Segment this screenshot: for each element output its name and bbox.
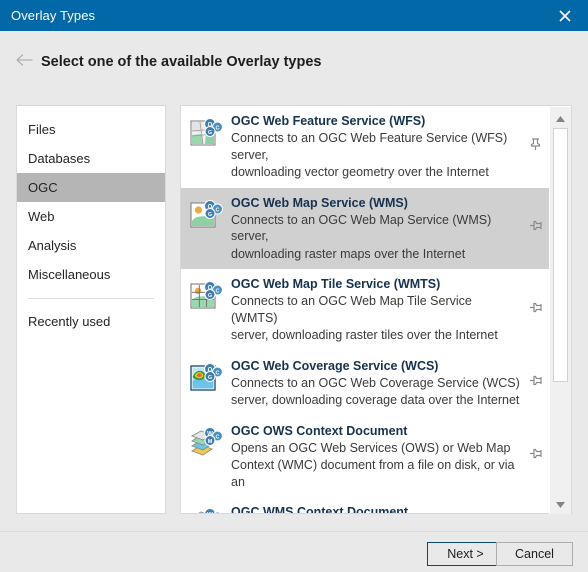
pin-button[interactable] xyxy=(527,375,543,391)
list-item-desc-line2: server, downloading coverage data over t… xyxy=(231,393,520,407)
window-title: Overlay Types xyxy=(11,8,96,23)
pin-horizontal-icon xyxy=(529,219,542,237)
layers-wmc-icon: W C M xyxy=(189,506,223,513)
pin-horizontal-icon xyxy=(529,374,542,392)
map-vector-ogc-icon: O C G xyxy=(189,115,223,149)
list-item-title: OGC Web Map Service (WMS) xyxy=(231,195,408,210)
list-item-desc-line2: server, downloading raster tiles over th… xyxy=(231,328,498,342)
map-tiles-ogc-icon: O C G xyxy=(189,278,223,312)
list-item-desc-line1: Connects to an OGC Web Feature Service (… xyxy=(231,131,508,162)
map-raster-ogc-icon: O C G xyxy=(189,197,223,231)
arrow-left-icon xyxy=(15,53,33,72)
sidebar-item-label: Recently used xyxy=(28,314,111,329)
cancel-button[interactable]: Cancel xyxy=(496,542,573,566)
list-item-text: OGC WMS Context Document Opens an OGC We… xyxy=(231,504,550,513)
svg-text:G: G xyxy=(208,293,212,299)
close-icon xyxy=(559,9,571,22)
list-item-title: OGC Web Feature Service (WFS) xyxy=(231,114,426,128)
list-item-text: OGC Web Feature Service (WFS) Connects t… xyxy=(231,113,550,181)
dialog-footer: Next > Cancel xyxy=(0,531,588,572)
sidebar-item-label: Files xyxy=(28,122,56,137)
svg-text:G: G xyxy=(208,374,212,380)
list-item-desc-line2: Context (WMC) document from a file on di… xyxy=(231,458,515,489)
list-item-title: OGC WMS Context Document xyxy=(231,505,409,513)
page-title: Select one of the available Overlay type… xyxy=(41,54,322,70)
wizard-header: Select one of the available Overlay type… xyxy=(0,31,588,93)
list-item-title: OGC Web Map Tile Service (WMTS) xyxy=(231,277,441,291)
list-item-wms-context[interactable]: W C M OGC WMS Context Document Opens an … xyxy=(181,497,550,513)
svg-text:C: C xyxy=(216,125,220,131)
svg-text:G: G xyxy=(208,130,212,136)
sidebar-item-label: Miscellaneous xyxy=(28,267,111,282)
list-item-text: OGC Web Coverage Service (WCS) Connects … xyxy=(231,358,550,409)
list-item-text: OGC Web Map Tile Service (WMTS) Connects… xyxy=(231,276,550,344)
sidebar-item-files[interactable]: Files xyxy=(17,115,165,144)
sidebar-item-recently-used[interactable]: Recently used xyxy=(17,307,165,336)
window-titlebar: Overlay Types xyxy=(0,0,588,31)
svg-text:W: W xyxy=(207,513,213,514)
layers-ows-icon: W C M xyxy=(189,425,223,459)
sidebar-item-label: Web xyxy=(28,209,55,224)
category-sidebar: Files Databases OGC Web Analysis Miscell… xyxy=(16,105,166,514)
list-item-wmts[interactable]: O C G OGC Web Map Tile Service (WMTS) Co… xyxy=(181,269,550,351)
scrollbar-track[interactable] xyxy=(550,128,571,493)
sidebar-item-label: Databases xyxy=(28,151,91,166)
list-item-wcs[interactable]: O C G OGC Web Coverage Service (WCS) Con… xyxy=(181,351,550,416)
pin-horizontal-icon xyxy=(529,301,542,319)
triangle-down-icon xyxy=(556,495,565,513)
triangle-up-icon xyxy=(556,109,565,127)
close-button[interactable] xyxy=(542,0,588,31)
svg-text:G: G xyxy=(208,211,212,217)
pin-button[interactable] xyxy=(527,448,543,464)
list-item-desc-line2: downloading raster maps over the Interne… xyxy=(231,246,466,261)
sidebar-item-web[interactable]: Web xyxy=(17,202,165,231)
sidebar-item-label: Analysis xyxy=(28,238,77,253)
list-item-text: OGC OWS Context Document Opens an OGC We… xyxy=(231,423,550,491)
coverage-ogc-icon: O C G xyxy=(189,360,223,394)
dialog-body: Files Databases OGC Web Analysis Miscell… xyxy=(0,93,588,531)
list-item-desc-line1: Connects to an OGC Web Coverage Service … xyxy=(231,375,520,390)
pin-horizontal-icon xyxy=(529,447,542,465)
list-item-desc-line2: downloading vector geometry over the Int… xyxy=(231,165,489,179)
svg-text:C: C xyxy=(216,207,220,213)
sidebar-item-label: OGC xyxy=(28,180,58,195)
scroll-down-button[interactable] xyxy=(550,493,571,514)
scrollbar-thumb[interactable] xyxy=(553,128,568,382)
pin-button[interactable] xyxy=(527,302,543,318)
scroll-up-button[interactable] xyxy=(550,107,571,128)
sidebar-item-databases[interactable]: Databases xyxy=(17,144,165,173)
back-button[interactable] xyxy=(13,51,35,73)
pin-button[interactable] xyxy=(527,138,543,156)
list-item-desc-line1: Connects to an OGC Web Map Tile Service … xyxy=(231,294,472,325)
list-item-desc-line1: Opens an OGC Web Services (OWS) or Web M… xyxy=(231,440,511,455)
list-item-ows-context[interactable]: W C M OGC OWS Context Document Opens an … xyxy=(181,416,550,498)
sidebar-item-ogc[interactable]: OGC xyxy=(17,173,165,202)
svg-text:C: C xyxy=(216,370,220,376)
list-item-title: OGC OWS Context Document xyxy=(231,423,408,438)
overlay-type-list-panel: O C G OGC Web Feature Service (WFS) Conn… xyxy=(180,105,572,514)
svg-text:M: M xyxy=(208,438,213,444)
list-item-title: OGC Web Coverage Service (WCS) xyxy=(231,358,439,373)
next-button[interactable]: Next > xyxy=(427,542,504,566)
pin-vertical-icon xyxy=(529,138,542,156)
list-item-text: OGC Web Map Service (WMS) Connects to an… xyxy=(231,195,550,263)
list-scrollbar[interactable] xyxy=(549,107,571,514)
overlay-type-list: O C G OGC Web Feature Service (WFS) Conn… xyxy=(181,106,550,513)
pin-button[interactable] xyxy=(527,220,543,236)
list-item-wms[interactable]: O C G OGC Web Map Service (WMS) Connects… xyxy=(181,187,550,269)
sidebar-divider xyxy=(28,298,154,299)
svg-text:C: C xyxy=(216,288,220,294)
sidebar-item-analysis[interactable]: Analysis xyxy=(17,231,165,260)
sidebar-item-miscellaneous[interactable]: Miscellaneous xyxy=(17,260,165,289)
svg-text:C: C xyxy=(216,434,220,440)
list-item-desc-line1: Connects to an OGC Web Map Service (WMS)… xyxy=(231,212,492,244)
list-item-wfs[interactable]: O C G OGC Web Feature Service (WFS) Conn… xyxy=(181,106,550,188)
